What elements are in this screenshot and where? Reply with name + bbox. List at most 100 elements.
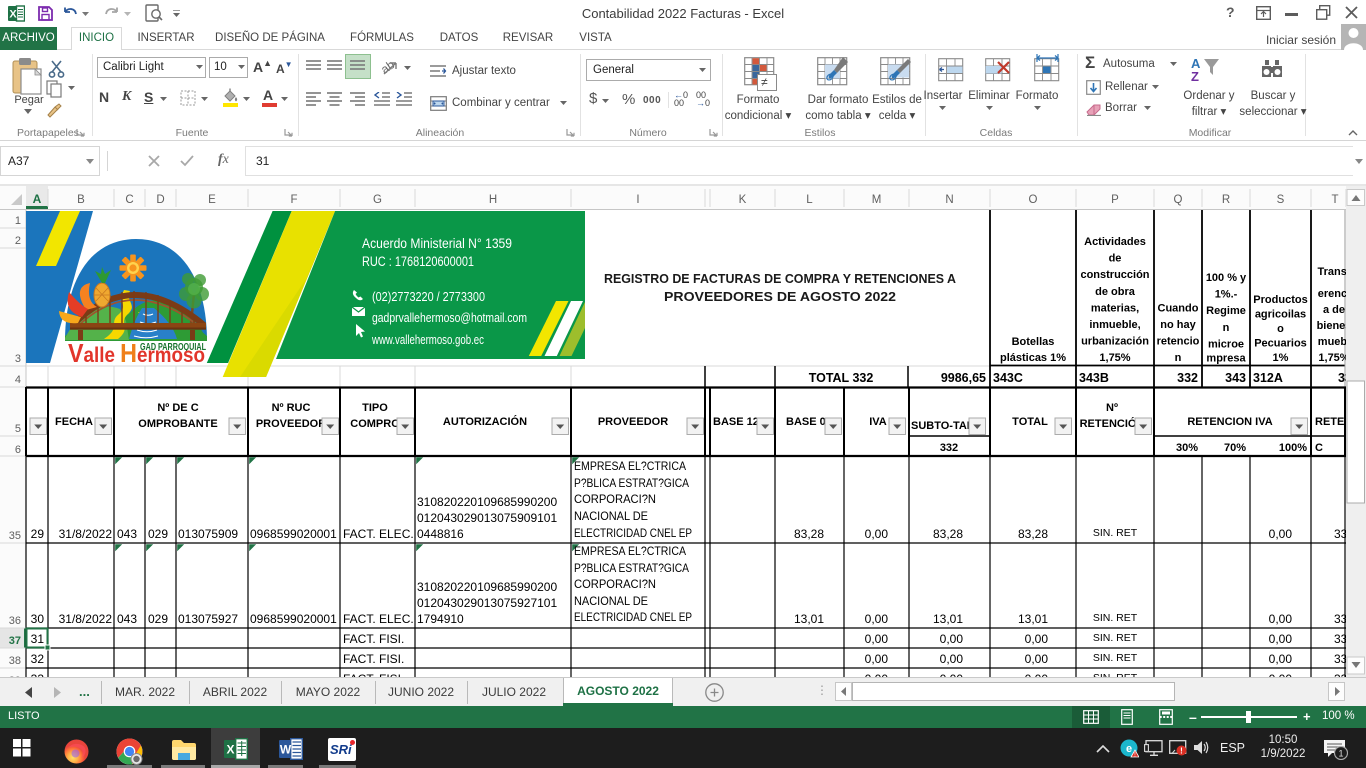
svg-text:CORPORACI?N: CORPORACI?N bbox=[574, 492, 656, 506]
svg-text:1: 1 bbox=[1338, 749, 1343, 759]
svg-text:70%: 70% bbox=[1224, 442, 1246, 454]
svg-text:043: 043 bbox=[117, 612, 137, 626]
svg-text:2: 2 bbox=[15, 235, 21, 247]
svg-text:0,00: 0,00 bbox=[1269, 527, 1293, 541]
svg-text:AUTORIZACIÓN: AUTORIZACIÓN bbox=[443, 415, 527, 428]
svg-text:29: 29 bbox=[31, 527, 45, 541]
svg-text:X: X bbox=[226, 743, 234, 757]
svg-text:38: 38 bbox=[9, 655, 21, 667]
svg-text:C: C bbox=[125, 194, 133, 206]
svg-text:343C: 343C bbox=[993, 371, 1023, 385]
svg-text:n: n bbox=[1223, 322, 1230, 334]
svg-text:inmueble,: inmueble, bbox=[1089, 319, 1140, 331]
svg-text:6: 6 bbox=[15, 444, 21, 456]
svg-text:FACT. ELEC.: FACT. ELEC. bbox=[343, 527, 414, 541]
svg-text:012043029013075927101: 012043029013075927101 bbox=[417, 596, 557, 610]
svg-text:N: N bbox=[945, 194, 953, 206]
svg-text:SIN. RET: SIN. RET bbox=[1093, 652, 1138, 664]
svg-text:NACIONAL DE: NACIONAL DE bbox=[574, 509, 648, 523]
svg-text:RETENCION IVA: RETENCION IVA bbox=[1187, 416, 1272, 428]
svg-text:S: S bbox=[1277, 194, 1285, 206]
svg-text:materias,: materias, bbox=[1091, 302, 1139, 314]
svg-text:332: 332 bbox=[1177, 371, 1198, 385]
svg-text:COMPRO: COMPRO bbox=[350, 418, 400, 430]
svg-text:no hay: no hay bbox=[1160, 319, 1196, 331]
svg-text:0,00: 0,00 bbox=[865, 652, 889, 666]
svg-text:e: e bbox=[1126, 743, 1132, 755]
svg-text:T: T bbox=[1331, 194, 1338, 206]
svg-text:Pecuarios: Pecuarios bbox=[1254, 338, 1307, 350]
svg-text:1794910: 1794910 bbox=[417, 612, 464, 626]
svg-text:0,00: 0,00 bbox=[940, 632, 964, 646]
svg-text:0,00: 0,00 bbox=[1025, 632, 1049, 646]
svg-text:C: C bbox=[1315, 442, 1323, 454]
svg-text:0,00: 0,00 bbox=[940, 652, 964, 666]
svg-text:30%: 30% bbox=[1176, 442, 1198, 454]
svg-text:31: 31 bbox=[31, 632, 45, 646]
svg-text:0968599020001: 0968599020001 bbox=[250, 527, 337, 541]
svg-text:1%: 1% bbox=[1273, 352, 1289, 364]
svg-text:I: I bbox=[636, 194, 639, 206]
svg-text:343: 343 bbox=[1225, 371, 1246, 385]
svg-text:0,00: 0,00 bbox=[865, 527, 889, 541]
svg-text:G: G bbox=[373, 194, 382, 206]
svg-text:13,01: 13,01 bbox=[933, 612, 963, 626]
svg-text:(02)2773220 / 2773300: (02)2773220 / 2773300 bbox=[372, 290, 485, 304]
svg-text:FACT. FISI.: FACT. FISI. bbox=[343, 632, 404, 646]
svg-text:Nº DE C: Nº DE C bbox=[157, 402, 198, 414]
svg-text:R: R bbox=[1222, 194, 1230, 206]
svg-text:RUC : 1768120600001: RUC : 1768120600001 bbox=[362, 254, 474, 269]
svg-text:Botellas: Botellas bbox=[1012, 336, 1055, 348]
svg-text:mpresa: mpresa bbox=[1206, 353, 1246, 365]
svg-text:PROVEEDORES DE AGOSTO 2022: PROVEEDORES DE AGOSTO 2022 bbox=[664, 289, 896, 304]
svg-text:urbanización: urbanización bbox=[1081, 336, 1149, 348]
svg-text:0,00: 0,00 bbox=[865, 632, 889, 646]
svg-text:13,01: 13,01 bbox=[794, 612, 824, 626]
svg-text:31/8/2022: 31/8/2022 bbox=[59, 527, 113, 541]
svg-text:construcción: construcción bbox=[1080, 269, 1149, 281]
svg-text:W: W bbox=[280, 743, 292, 757]
svg-text:100%: 100% bbox=[1279, 442, 1307, 454]
svg-text:B: B bbox=[77, 194, 85, 206]
svg-text:Nº: Nº bbox=[1106, 402, 1118, 414]
svg-text:CORPORACI?N: CORPORACI?N bbox=[574, 577, 656, 591]
svg-text:EMPRESA EL?CTRICA: EMPRESA EL?CTRICA bbox=[574, 459, 686, 473]
svg-text:FECHA: FECHA bbox=[55, 416, 93, 428]
svg-text:SUBTO-TAL: SUBTO-TAL bbox=[911, 420, 974, 432]
svg-text:0,00: 0,00 bbox=[1269, 652, 1293, 666]
svg-text:BASE 12: BASE 12 bbox=[713, 416, 759, 428]
svg-text:Actividades: Actividades bbox=[1084, 236, 1146, 248]
svg-text:erenci: erenci bbox=[1318, 288, 1350, 300]
svg-text:IVA: IVA bbox=[869, 416, 887, 428]
svg-text:83,28: 83,28 bbox=[794, 527, 824, 541]
svg-text:L: L bbox=[806, 194, 813, 206]
svg-text:PROVEEDOR: PROVEEDOR bbox=[598, 416, 668, 428]
svg-text:ELECTRICIDAD CNEL EP: ELECTRICIDAD CNEL EP bbox=[574, 526, 692, 540]
svg-text:0448816: 0448816 bbox=[417, 527, 464, 541]
svg-text:PROVEEDOR: PROVEEDOR bbox=[256, 418, 326, 430]
svg-text:30: 30 bbox=[31, 612, 45, 626]
svg-text:REGISTRO DE FACTURAS DE COMPRA: REGISTRO DE FACTURAS DE COMPRA Y RETENCI… bbox=[604, 271, 957, 286]
svg-text:31/8/2022: 31/8/2022 bbox=[59, 612, 113, 626]
svg-text:P: P bbox=[1111, 194, 1119, 206]
svg-text:37: 37 bbox=[9, 635, 21, 647]
svg-text:32: 32 bbox=[31, 652, 45, 666]
svg-text:H: H bbox=[489, 194, 497, 206]
svg-text:13,01: 13,01 bbox=[1018, 612, 1048, 626]
svg-text:5: 5 bbox=[15, 423, 21, 435]
svg-text:0,00: 0,00 bbox=[1269, 612, 1293, 626]
svg-text:E: E bbox=[208, 194, 216, 206]
svg-text:012043029013075909101: 012043029013075909101 bbox=[417, 511, 557, 525]
svg-text:Productos: Productos bbox=[1253, 294, 1307, 306]
svg-text:0,00: 0,00 bbox=[1269, 632, 1293, 646]
svg-text:BASE 0: BASE 0 bbox=[786, 416, 826, 428]
svg-text:0968599020001: 0968599020001 bbox=[250, 612, 337, 626]
svg-text:0,00: 0,00 bbox=[1025, 652, 1049, 666]
svg-text:029: 029 bbox=[148, 527, 168, 541]
svg-text:Transf: Transf bbox=[1317, 266, 1350, 278]
svg-text:X: X bbox=[9, 9, 17, 21]
svg-text:P?BLICA ESTRAT?GICA: P?BLICA ESTRAT?GICA bbox=[574, 561, 689, 575]
svg-text:FACT. FISI.: FACT. FISI. bbox=[343, 652, 404, 666]
svg-text:1%.-: 1%.- bbox=[1215, 289, 1238, 301]
svg-text:1,75%: 1,75% bbox=[1318, 352, 1349, 364]
